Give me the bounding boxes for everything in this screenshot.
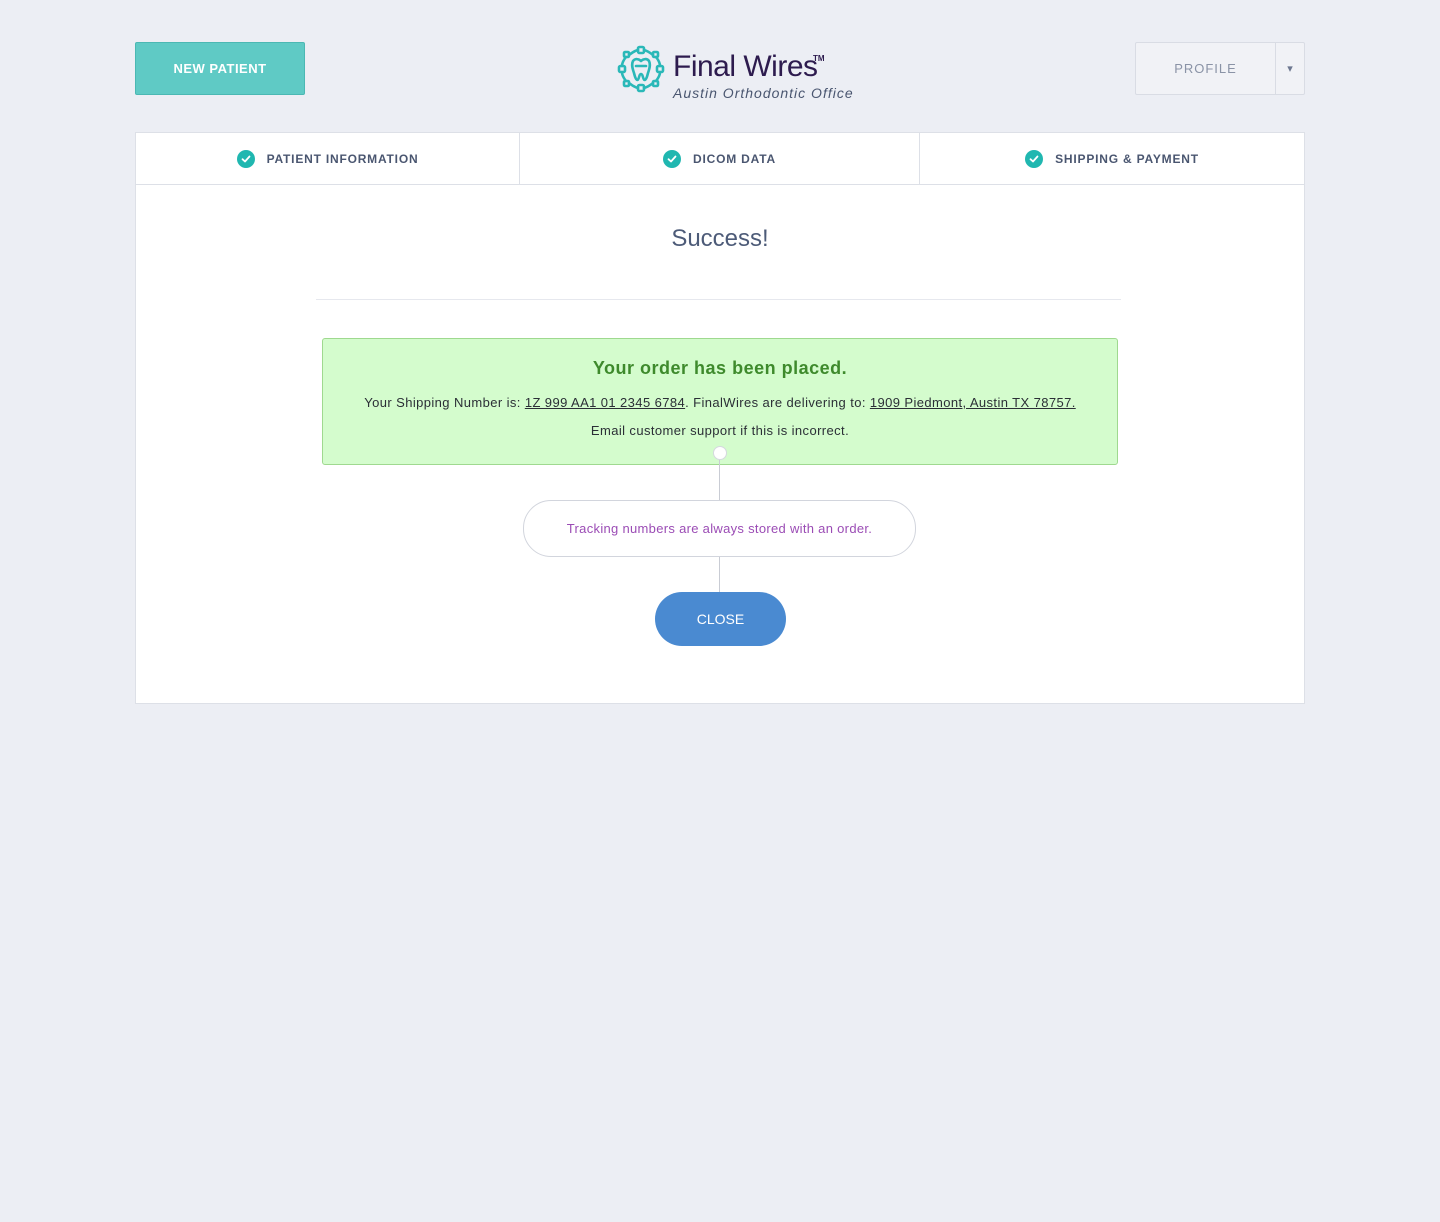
step-label: DICOM DATA (693, 151, 776, 166)
check-circle-icon (1025, 149, 1044, 168)
progress-steps: PATIENT INFORMATION DICOM DATA SHIPPING … (136, 133, 1304, 185)
check-circle-icon (236, 149, 255, 168)
step-label: SHIPPING & PAYMENT (1055, 151, 1199, 166)
alert-heading: Your order has been placed. (592, 358, 848, 378)
support-text: Email customer support if this is incorr… (590, 423, 850, 438)
page-title: Success! (671, 225, 769, 252)
check-circle-icon (663, 149, 682, 168)
shipping-prefix: Your Shipping Number is: (364, 395, 525, 410)
step-shipping-payment[interactable]: SHIPPING & PAYMENT (920, 133, 1304, 184)
connector-line (719, 460, 720, 500)
step-label: PATIENT INFORMATION (266, 151, 419, 166)
logo-trademark: TM (813, 54, 825, 63)
logo-subtitle: Austin Orthodontic Office (673, 85, 854, 101)
connector-line (719, 557, 720, 592)
logo: Final Wires TM Austin Orthodontic Office (616, 44, 856, 104)
delivery-address-link[interactable]: 1909 Piedmont, Austin TX 78757. (870, 395, 1076, 410)
tracking-note: Tracking numbers are always stored with … (523, 500, 916, 557)
close-button[interactable]: CLOSE (655, 592, 786, 646)
shipping-number-link[interactable]: 1Z 999 AA1 01 2345 6784 (525, 395, 685, 410)
order-card: PATIENT INFORMATION DICOM DATA SHIPPING … (135, 132, 1305, 704)
logo-name: Final Wires (673, 50, 818, 83)
divider (316, 299, 1121, 300)
new-patient-button[interactable]: NEW PATIENT (135, 42, 305, 95)
tooth-logo-icon (617, 45, 665, 93)
delivering-prefix: . FinalWires are delivering to: (685, 395, 870, 410)
profile-button[interactable]: PROFILE (1136, 43, 1276, 94)
connector-dot (713, 446, 727, 460)
step-patient-information[interactable]: PATIENT INFORMATION (136, 133, 520, 184)
profile-dropdown[interactable]: PROFILE ▾ (1135, 42, 1305, 95)
page: NEW PATIENT Final Wires TM Austin Orthod… (0, 0, 1440, 1222)
chevron-down-icon[interactable]: ▾ (1276, 43, 1304, 94)
shipping-info-line: Your Shipping Number is: 1Z 999 AA1 01 2… (323, 395, 1117, 410)
step-dicom-data[interactable]: DICOM DATA (520, 133, 920, 184)
